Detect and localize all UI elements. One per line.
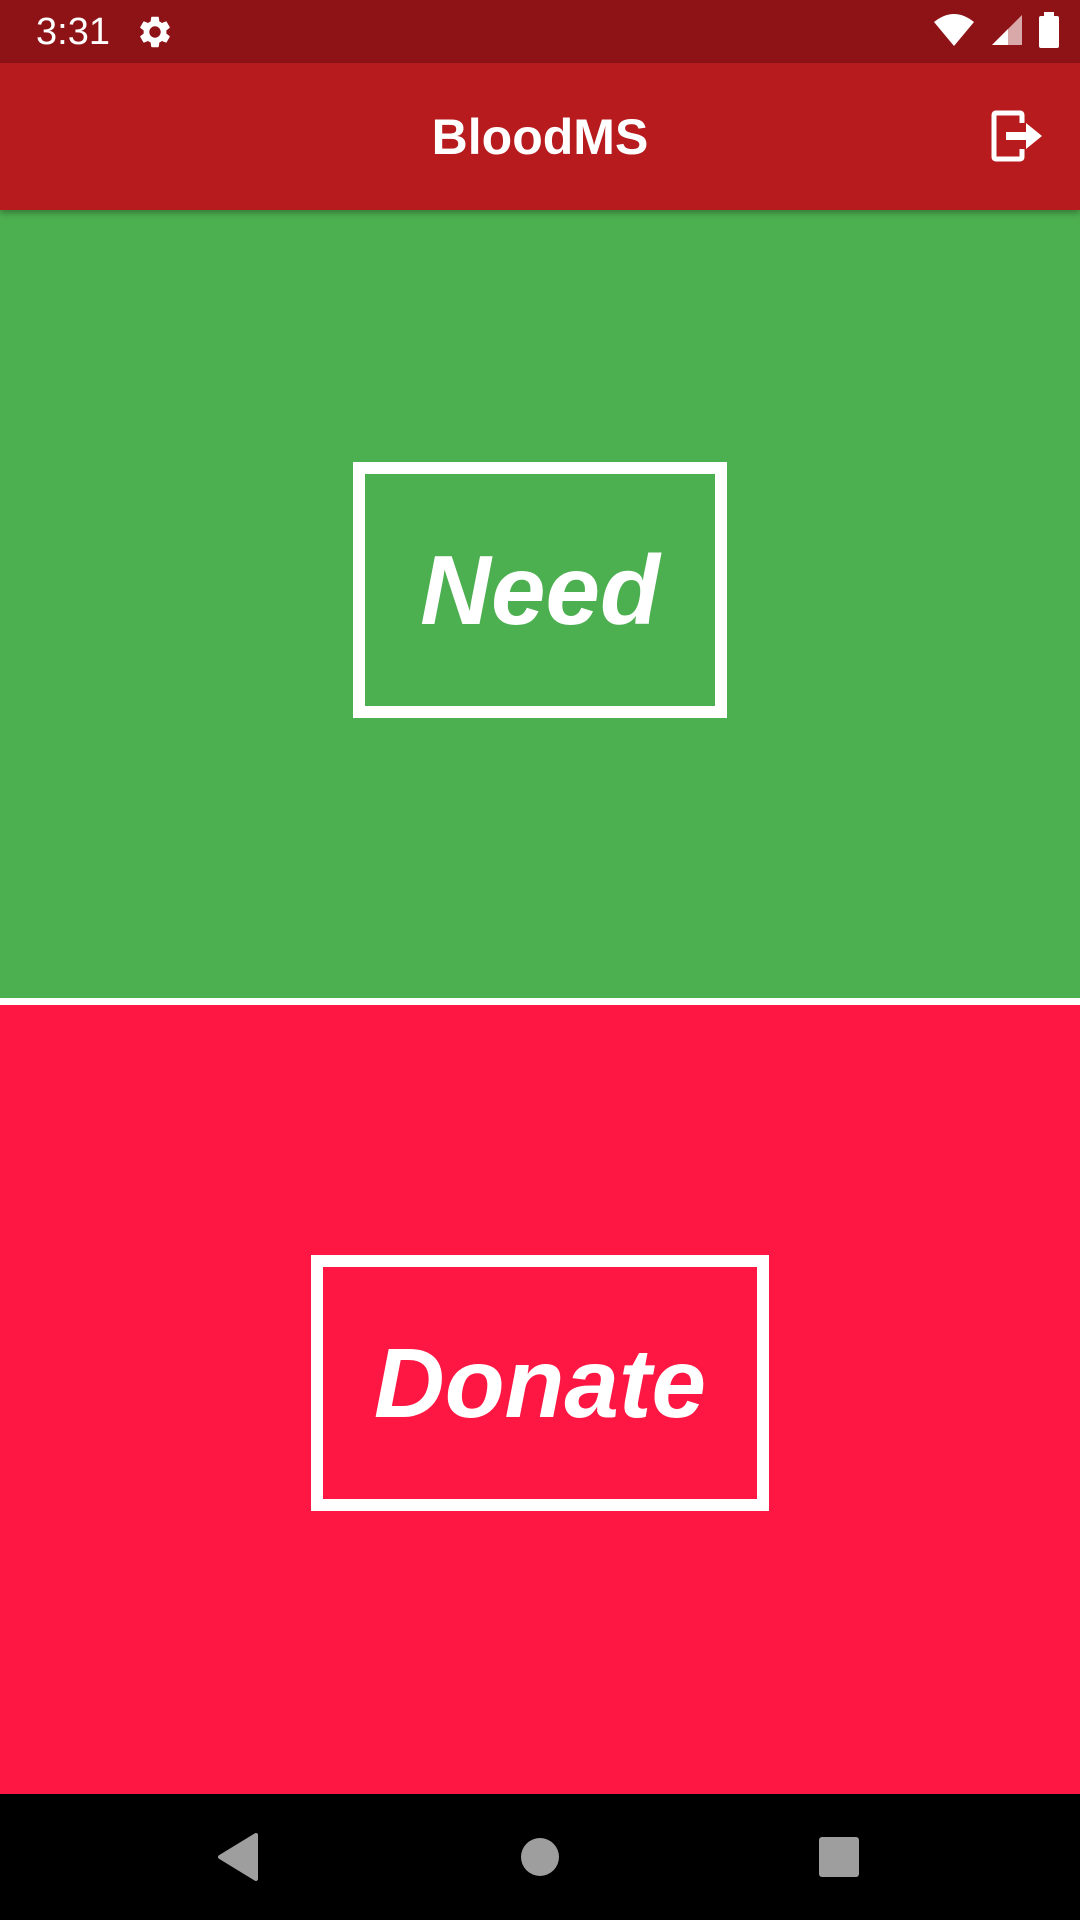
wifi-icon bbox=[932, 12, 976, 53]
home-icon bbox=[515, 1838, 565, 1886]
need-button[interactable]: Need bbox=[353, 462, 727, 718]
logout-icon bbox=[990, 110, 1044, 167]
cell-signal-icon bbox=[990, 13, 1024, 52]
back-icon bbox=[214, 1833, 264, 1886]
app-title: BloodMS bbox=[431, 109, 649, 165]
status-bar: 3:31 bbox=[0, 0, 1080, 63]
donate-button[interactable]: Donate bbox=[311, 1255, 769, 1511]
logout-button[interactable] bbox=[990, 109, 1044, 163]
need-panel[interactable]: Need bbox=[0, 210, 1080, 998]
screen: 3:31 BloodMS Need Donate bbox=[0, 0, 1080, 1920]
app-bar: BloodMS bbox=[0, 63, 1080, 210]
battery-icon bbox=[1038, 11, 1060, 53]
recents-icon bbox=[813, 1837, 863, 1886]
back-button[interactable] bbox=[214, 1832, 264, 1882]
status-icons bbox=[932, 11, 1060, 53]
recents-button[interactable] bbox=[813, 1832, 863, 1882]
status-time: 3:31 bbox=[36, 11, 110, 53]
donate-label: Donate bbox=[373, 1328, 707, 1438]
donate-panel[interactable]: Donate bbox=[0, 1005, 1080, 1794]
need-label: Need bbox=[420, 535, 660, 645]
home-button[interactable] bbox=[515, 1832, 565, 1882]
navigation-bar bbox=[0, 1794, 1080, 1920]
divider bbox=[0, 998, 1080, 1005]
settings-icon bbox=[136, 13, 174, 51]
